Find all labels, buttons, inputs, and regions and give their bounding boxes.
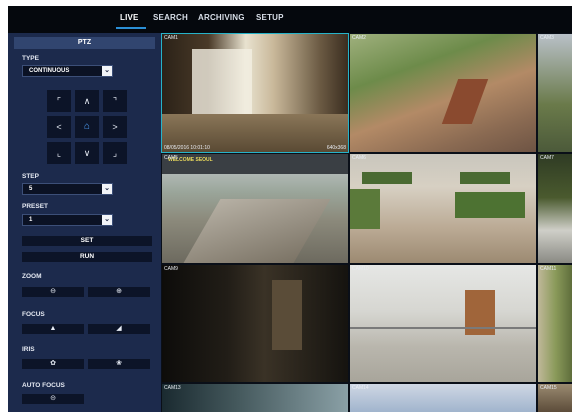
pan-right-button[interactable]: > <box>103 116 127 138</box>
chevron-down-icon[interactable]: ⌄ <box>102 184 112 194</box>
camera-scene <box>362 172 412 184</box>
type-select[interactable]: CONTINUOUS ⌄ <box>22 65 113 77</box>
zoom-label: ZOOM <box>22 273 42 280</box>
pan-left-button[interactable]: < <box>47 116 71 138</box>
pan-up-left-button[interactable]: ⌜ <box>47 90 71 112</box>
camera-label: CAM10 <box>352 266 369 272</box>
camera-scene-stairs <box>183 199 331 263</box>
camera-scene <box>460 172 510 184</box>
preset-value: 1 <box>29 217 33 223</box>
set-button[interactable]: SET <box>22 236 152 246</box>
zoom-in-icon[interactable]: ⊕ <box>88 287 150 297</box>
pan-down-right-button[interactable]: ⌟ <box>103 142 127 164</box>
active-tab-indicator <box>116 27 146 29</box>
camera-label: CAM1 <box>164 35 178 41</box>
pan-down-button[interactable]: ∨ <box>75 142 99 164</box>
ptz-panel: PTZ TYPE CONTINUOUS ⌄ ⌜ ∧ ⌝ < ⌂ > ⌞ ∨ ⌟ … <box>8 33 161 412</box>
camera-scene <box>455 192 525 218</box>
camera-label: CAM2 <box>352 35 366 41</box>
camera-tile-cam11[interactable]: CAM11 <box>537 264 572 383</box>
top-nav: LIVE SEARCH ARCHIVING SETUP <box>8 6 572 33</box>
camera-tile-cam15[interactable]: CAM15 <box>537 383 572 412</box>
chevron-down-icon[interactable]: ⌄ <box>102 66 112 76</box>
iris-label: IRIS <box>22 346 35 353</box>
focus-label: FOCUS <box>22 311 45 318</box>
auto-focus-icon[interactable]: ⊝ <box>22 394 84 404</box>
camera-tile-cam2[interactable]: CAM2 <box>349 33 537 153</box>
camera-tile-cam5[interactable]: WELCOME SEOUL CAM5 <box>161 153 349 264</box>
app-window: LIVE SEARCH ARCHIVING SETUP PTZ TYPE CON… <box>8 6 572 412</box>
camera-label: CAM14 <box>352 385 369 391</box>
type-value: CONTINUOUS <box>29 68 70 74</box>
step-value: 5 <box>29 186 33 192</box>
preset-select[interactable]: 1 ⌄ <box>22 214 113 226</box>
camera-label: CAM7 <box>540 155 554 161</box>
zoom-out-icon[interactable]: ⊖ <box>22 287 84 297</box>
camera-timestamp: 08/05/2016 10:01:10 <box>164 145 210 151</box>
auto-focus-label: AUTO FOCUS <box>22 382 65 389</box>
home-icon[interactable]: ⌂ <box>75 116 99 138</box>
camera-label: CAM13 <box>164 385 181 391</box>
camera-label: CAM3 <box>540 35 554 41</box>
camera-label: CAM15 <box>540 385 557 391</box>
tab-search[interactable]: SEARCH <box>153 13 188 22</box>
camera-tile-cam14[interactable]: CAM14 <box>349 383 537 412</box>
camera-scene <box>441 79 489 124</box>
pan-up-button[interactable]: ∧ <box>75 90 99 112</box>
camera-scene <box>192 49 252 119</box>
tab-setup[interactable]: SETUP <box>256 13 284 22</box>
camera-tile-cam6[interactable]: CAM6 <box>349 153 537 264</box>
camera-scene <box>350 189 380 229</box>
tab-archiving[interactable]: ARCHIVING <box>198 13 245 22</box>
focus-far-icon[interactable]: ◢ <box>88 324 150 334</box>
ptz-dpad: ⌜ ∧ ⌝ < ⌂ > ⌞ ∨ ⌟ <box>47 90 128 165</box>
iris-close-icon[interactable]: ✿ <box>22 359 84 369</box>
pan-up-right-button[interactable]: ⌝ <box>103 90 127 112</box>
camera-label: CAM6 <box>352 155 366 161</box>
camera-scene <box>350 327 536 329</box>
run-button[interactable]: RUN <box>22 252 152 262</box>
camera-tile-cam3[interactable]: CAM3 <box>537 33 572 153</box>
preset-label: PRESET <box>22 203 49 210</box>
camera-tile-cam13[interactable]: CAM13 <box>161 383 349 412</box>
camera-resolution: 640x368 <box>326 145 346 151</box>
camera-tile-cam10[interactable]: CAM10 <box>349 264 537 383</box>
camera-tile-cam1[interactable]: CAM1 08/05/2016 10:01:10 640x368 <box>161 33 349 153</box>
chevron-down-icon[interactable]: ⌄ <box>102 215 112 225</box>
camera-tile-cam7[interactable]: CAM7 <box>537 153 572 264</box>
camera-label: CAM9 <box>164 266 178 272</box>
focus-near-icon[interactable]: ▲ <box>22 324 84 334</box>
step-label: STEP <box>22 173 39 180</box>
type-label: TYPE <box>22 55 39 62</box>
iris-open-icon[interactable]: ❀ <box>88 359 150 369</box>
step-select[interactable]: 5 ⌄ <box>22 183 113 195</box>
camera-tile-cam9[interactable]: CAM9 <box>161 264 349 383</box>
ptz-title: PTZ <box>14 37 155 49</box>
tab-live[interactable]: LIVE <box>120 13 139 22</box>
camera-label: CAM5 <box>164 155 178 161</box>
camera-scene <box>272 280 302 350</box>
camera-label: CAM11 <box>540 266 557 272</box>
pan-down-left-button[interactable]: ⌞ <box>47 142 71 164</box>
